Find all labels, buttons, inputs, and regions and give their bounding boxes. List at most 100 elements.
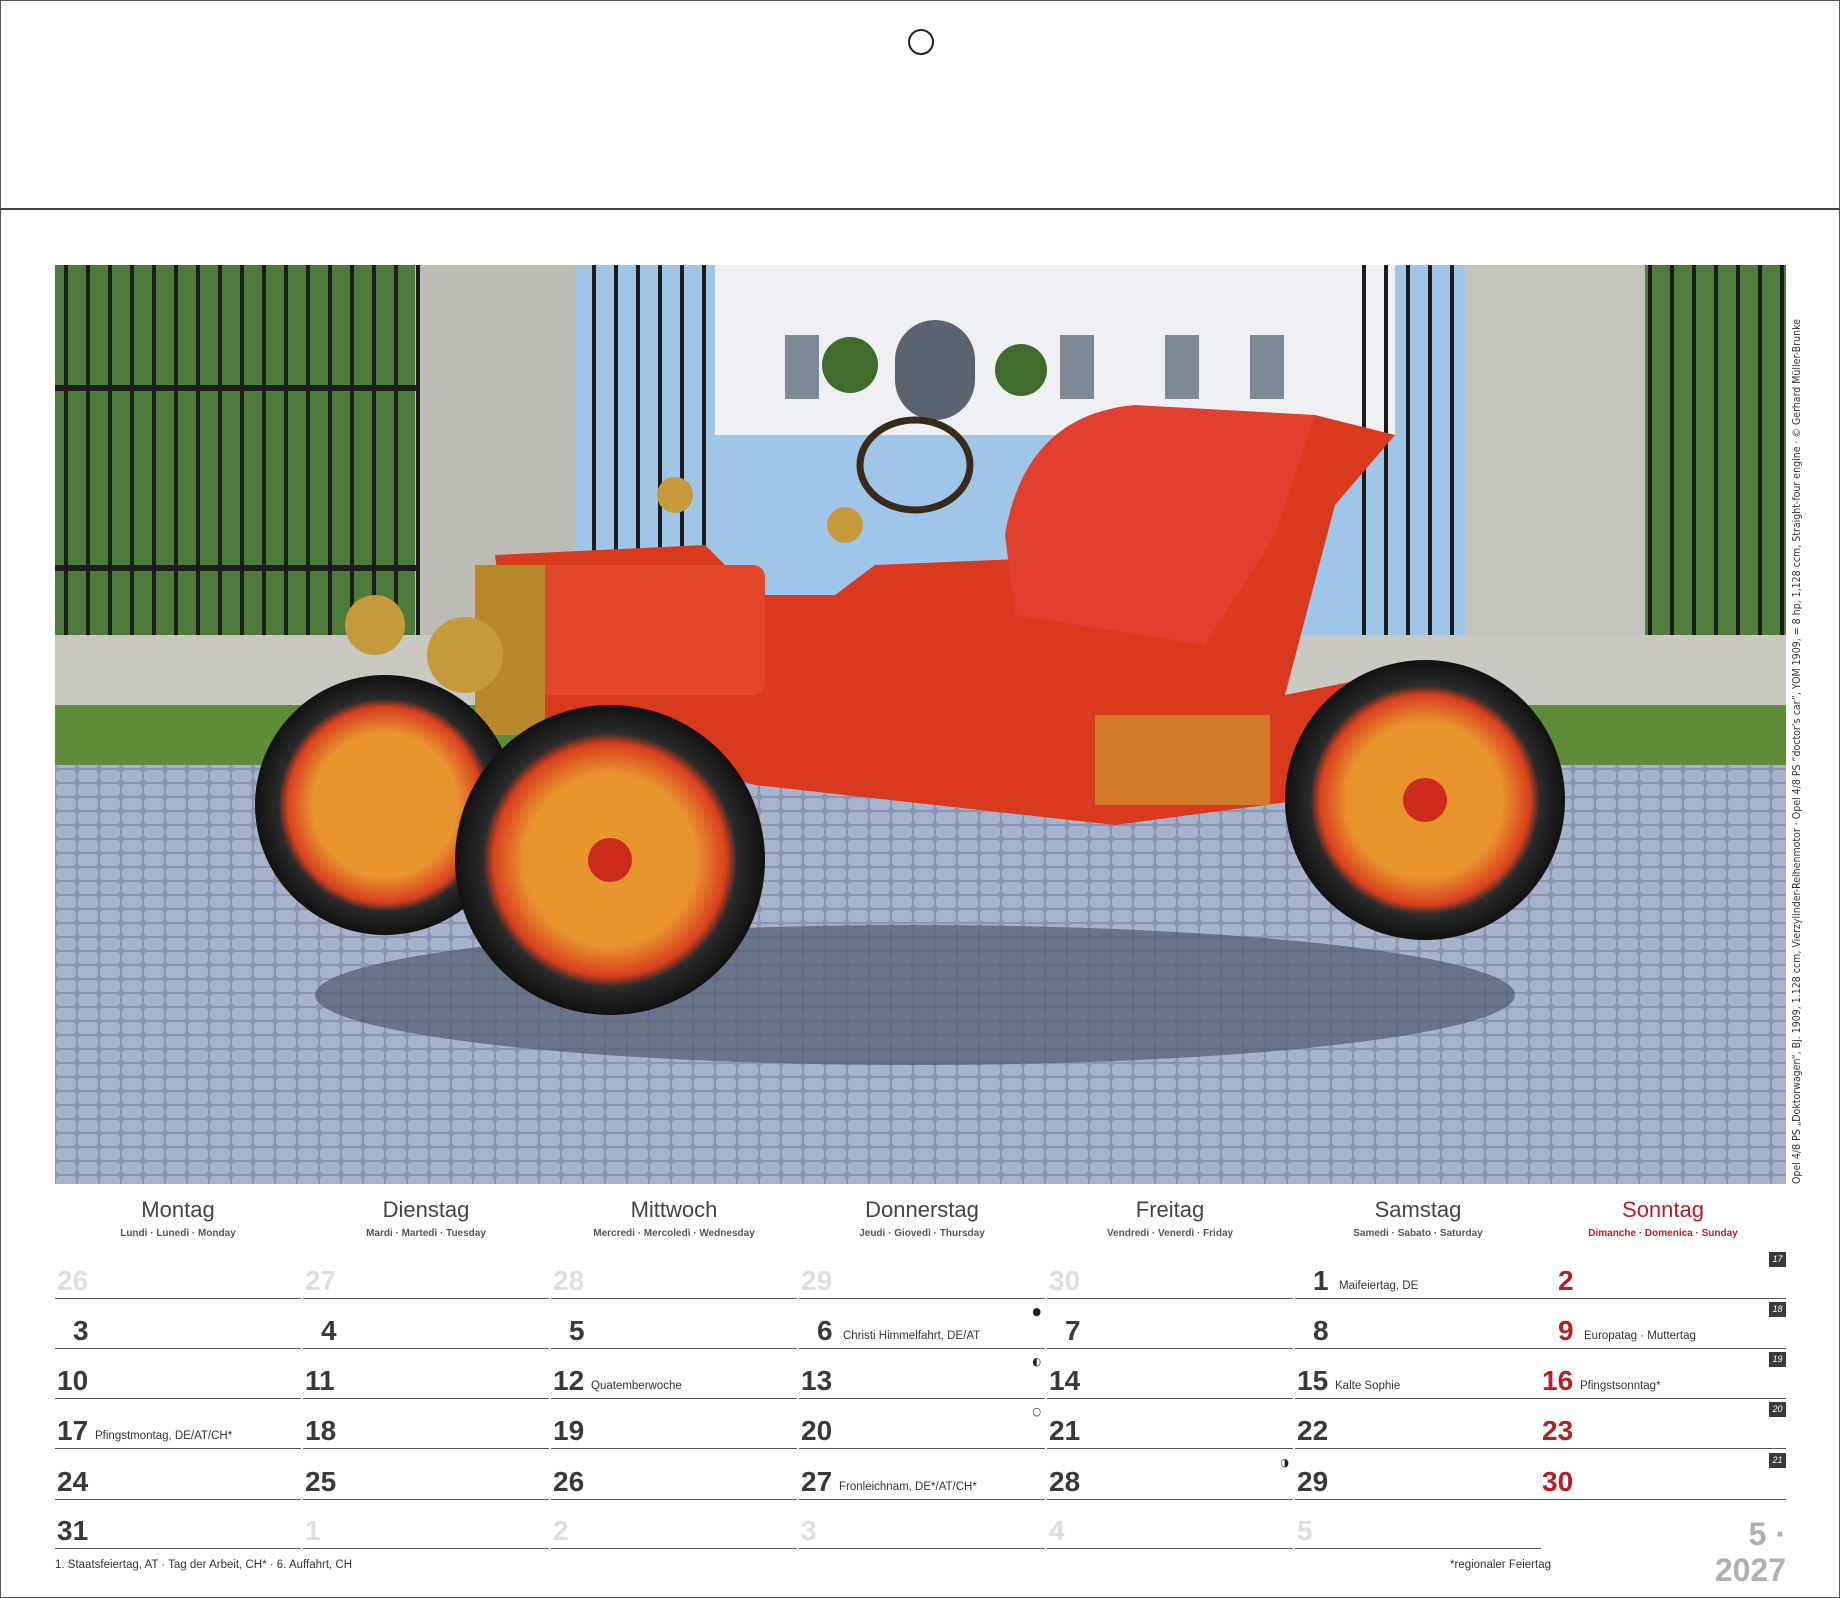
day-number: 4	[1049, 1515, 1065, 1546]
weekday-header: Donnerstag Jeudi · Giovedì · Thursday	[799, 1196, 1045, 1241]
day-number: 3	[73, 1315, 89, 1346]
weekday-translations: Mercredi · Mercoledì · Wednesday	[593, 1228, 755, 1239]
day-cell: 31	[55, 1500, 301, 1549]
day-number: 28	[553, 1265, 585, 1296]
day-cell: 5	[1295, 1500, 1541, 1549]
calendar-header-strip	[0, 0, 1840, 210]
day-number: 11	[305, 1365, 335, 1396]
day-number: 22	[1297, 1415, 1329, 1446]
day-number: 20	[801, 1415, 833, 1446]
day-cell: 8	[1295, 1300, 1541, 1349]
weekday-header: Mittwoch Mercredi · Mercoledì · Wednesday	[551, 1196, 797, 1241]
holiday-note: Maifeiertag, DE	[1339, 1280, 1419, 1292]
day-cell: 2	[551, 1500, 797, 1549]
weekday-name: Montag	[141, 1197, 215, 1222]
day-cell: 20 ○	[799, 1400, 1045, 1449]
day-number: 14	[1049, 1365, 1081, 1396]
day-number: 31	[57, 1515, 89, 1546]
day-cell: 28	[551, 1250, 797, 1299]
day-number: 24	[57, 1466, 89, 1497]
weekday-translations: Vendredi · Venerdì · Friday	[1106, 1228, 1234, 1239]
day-number: 9	[1558, 1315, 1574, 1346]
day-cell: 12 Quatemberwoche	[551, 1350, 797, 1399]
day-number: 3	[801, 1515, 817, 1546]
day-cell: 27	[303, 1250, 549, 1299]
day-number: 6	[817, 1315, 833, 1346]
day-cell: 26	[55, 1250, 301, 1299]
day-number: 26	[553, 1466, 585, 1497]
day-cell: 4	[303, 1300, 549, 1349]
day-cell: 16 Pfingstsonntag* 19	[1540, 1350, 1786, 1399]
day-cell: 19	[551, 1400, 797, 1449]
month-year-label: 5 · 2027	[1714, 1516, 1786, 1588]
holiday-footnote: 1. Staatsfeiertag, AT · Tag der Arbeit, …	[55, 1559, 353, 1571]
holiday-note: Fronleichnam, DE*/AT/CH*	[839, 1481, 977, 1493]
moon-phase-icon: ●	[1032, 1305, 1041, 1318]
day-number: 27	[305, 1265, 337, 1296]
day-cell: 3	[799, 1500, 1045, 1549]
day-number: 30	[1049, 1265, 1081, 1296]
weekday-name: Dienstag	[382, 1197, 470, 1222]
week-number-badge: 17	[1769, 1252, 1786, 1267]
day-number: 19	[553, 1415, 585, 1446]
day-number: 29	[801, 1265, 833, 1296]
day-cell: 18	[303, 1400, 549, 1449]
day-number: 2	[1558, 1265, 1574, 1296]
weekday-translations: Samedi · Sabato · Saturday	[1353, 1228, 1483, 1239]
day-cell: 1 Maifeiertag, DE	[1295, 1250, 1541, 1299]
day-number: 28	[1049, 1466, 1081, 1497]
day-number: 25	[305, 1466, 337, 1497]
day-cell: 9 Europatag · Muttertag 18	[1540, 1300, 1786, 1349]
day-cell: 15 Kalte Sophie	[1295, 1350, 1541, 1399]
hanging-hole-icon	[908, 29, 934, 55]
day-cell: 26	[551, 1451, 797, 1500]
day-cell: 14	[1047, 1350, 1293, 1399]
moon-phase-icon: ◑	[1280, 1456, 1289, 1469]
day-number: 27	[801, 1466, 833, 1497]
weekday-header: Sonntag Dimanche · Domenica · Sunday	[1540, 1196, 1786, 1241]
regional-holiday-footnote: *regionaler Feiertag	[1450, 1559, 1552, 1571]
day-cell: 29	[1295, 1451, 1541, 1500]
day-number: 23	[1542, 1415, 1574, 1446]
weekday-header: Samstag Samedi · Sabato · Saturday	[1295, 1196, 1541, 1241]
weekday-name: Mittwoch	[630, 1197, 718, 1222]
day-number: 10	[57, 1365, 89, 1396]
day-number: 29	[1297, 1466, 1329, 1497]
holiday-note: Kalte Sophie	[1335, 1380, 1401, 1392]
week-number-badge: 20	[1769, 1402, 1786, 1417]
moon-phase-icon: ○	[1032, 1405, 1041, 1418]
day-number: 13	[801, 1365, 833, 1396]
weekday-name: Samstag	[1374, 1197, 1462, 1222]
week-number-badge: 21	[1769, 1453, 1786, 1468]
day-cell: 29	[799, 1250, 1045, 1299]
weekday-translations: Lundi · Lunedì · Monday	[120, 1228, 236, 1239]
day-cell: 30 21	[1540, 1451, 1786, 1500]
day-cell: 6 Christi Himmelfahrt, DE/AT ●	[799, 1300, 1045, 1349]
day-cell: 30	[1047, 1250, 1293, 1299]
day-number: 1	[305, 1515, 321, 1546]
day-cell: 27 Fronleichnam, DE*/AT/CH*	[799, 1451, 1045, 1500]
holiday-note: Christi Himmelfahrt, DE/AT	[843, 1330, 981, 1342]
vintage-car-photo	[55, 265, 1786, 1184]
week-number-badge: 19	[1769, 1352, 1786, 1367]
weekday-translations: Dimanche · Domenica · Sunday	[1588, 1228, 1738, 1239]
day-number: 18	[305, 1415, 337, 1446]
day-number: 30	[1542, 1466, 1574, 1497]
day-number: 17	[57, 1415, 89, 1446]
day-number: 7	[1065, 1315, 1081, 1346]
weekday-name: Sonntag	[1622, 1197, 1704, 1222]
photo-caption: Opel 4/8 PS „Doktorwagen“, Bj. 1909, 1.1…	[1791, 319, 1803, 1184]
weekday-translations: Mardi · Martedì · Tuesday	[366, 1228, 486, 1239]
holiday-note: Quatemberwoche	[591, 1380, 682, 1392]
day-number: 8	[1313, 1315, 1329, 1346]
day-cell: 11	[303, 1350, 549, 1399]
day-cell: 24	[55, 1451, 301, 1500]
day-cell: 25	[303, 1451, 549, 1500]
day-number: 26	[57, 1265, 89, 1296]
day-cell: 23 20	[1540, 1400, 1786, 1449]
day-number: 5	[1297, 1515, 1313, 1546]
day-number: 2	[553, 1515, 569, 1546]
day-cell: 5	[551, 1300, 797, 1349]
holiday-note: Pfingstmontag, DE/AT/CH*	[95, 1430, 233, 1442]
holiday-note: Europatag · Muttertag	[1584, 1330, 1696, 1342]
